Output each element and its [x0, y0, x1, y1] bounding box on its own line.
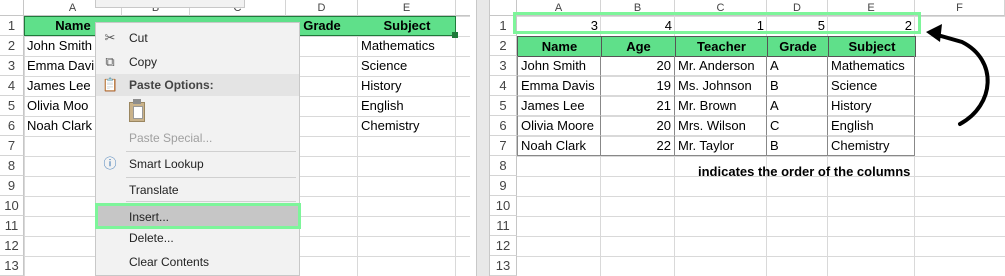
cell-age[interactable]: 20: [601, 56, 675, 76]
cell-name[interactable]: Emma Davis: [517, 76, 601, 96]
menu-item-label: Clear Contents: [129, 255, 210, 269]
row-header-5[interactable]: 5: [0, 96, 24, 116]
left-subject-cell[interactable]: English: [358, 96, 456, 116]
menu-item-label: Copy: [129, 55, 158, 69]
menu-item-label: Cut: [129, 31, 148, 45]
paste-clipboard-icon[interactable]: [128, 99, 146, 123]
menu-item-label: Smart Lookup: [129, 157, 204, 171]
menu-header-paste-options: 📋 Paste Options:: [96, 74, 299, 96]
row-header-11[interactable]: 11: [0, 216, 24, 236]
menu-item-clear-contents[interactable]: Clear Contents: [96, 251, 299, 273]
row-header-9[interactable]: 9: [0, 176, 24, 196]
right-header-name[interactable]: Name: [517, 36, 602, 57]
menu-item-translate[interactable]: Translate: [96, 179, 299, 201]
cell-grade[interactable]: B: [767, 136, 828, 156]
cell-age[interactable]: 20: [601, 116, 675, 136]
cell-age[interactable]: 22: [601, 136, 675, 156]
cell-teacher[interactable]: Mr. Brown: [675, 96, 767, 116]
left-subject-cell[interactable]: Chemistry: [358, 116, 456, 136]
row-header-4[interactable]: 4: [490, 76, 517, 96]
row-header-6[interactable]: 6: [0, 116, 24, 136]
right-header-teacher[interactable]: Teacher: [675, 36, 768, 57]
cell-grade[interactable]: C: [767, 116, 828, 136]
cell-grade[interactable]: B: [767, 76, 828, 96]
row-header-8[interactable]: 8: [0, 156, 24, 176]
menu-item-insert[interactable]: Insert...: [95, 203, 301, 229]
cell-teacher[interactable]: Mr. Taylor: [675, 136, 767, 156]
scissors-icon: ✂: [104, 30, 116, 45]
cell-age[interactable]: 19: [601, 76, 675, 96]
menu-item-smart-lookup[interactable]: ⓘ Smart Lookup: [96, 153, 299, 175]
smart-lookup-icon: ⓘ: [103, 156, 117, 171]
row-header-12[interactable]: 12: [490, 236, 517, 256]
cell-subject[interactable]: English: [828, 116, 915, 136]
copy-icon: ⧉: [105, 54, 115, 69]
col-header-f[interactable]: [456, 0, 470, 16]
menu-item-delete[interactable]: Delete...: [96, 227, 299, 249]
row-header-5[interactable]: 5: [490, 96, 517, 116]
left-header-subject[interactable]: Subject: [358, 16, 456, 36]
menu-item-cut[interactable]: ✂ Cut: [96, 27, 299, 49]
cell-name[interactable]: Noah Clark: [517, 136, 601, 156]
context-menu: ✂ Cut ⧉ Copy 📋 Paste Options: Paste Spec…: [95, 22, 301, 276]
menu-item-label: Translate: [129, 183, 179, 197]
row-header-8[interactable]: 8: [490, 156, 517, 176]
pane-divider: [476, 0, 490, 276]
left-spreadsheet: A B C D E 1 2 3 4 5 6 7 8 9 10 11 12 13 …: [0, 0, 470, 276]
cell-name[interactable]: Olivia Moore: [517, 116, 601, 136]
cell-name[interactable]: James Lee: [517, 96, 601, 116]
cell-age[interactable]: 21: [601, 96, 675, 116]
select-all-corner[interactable]: [0, 0, 24, 16]
row-header-10[interactable]: 10: [0, 196, 24, 216]
row-header-1[interactable]: 1: [0, 16, 24, 36]
menu-item-label: Paste Special...: [129, 131, 213, 145]
row-header-11[interactable]: 11: [490, 216, 517, 236]
mini-toolbar: [95, 0, 245, 8]
row-header-2[interactable]: 2: [490, 36, 517, 56]
menu-item-label: Paste Options:: [129, 78, 214, 92]
cell-grade[interactable]: A: [767, 56, 828, 76]
row-header-6[interactable]: 6: [490, 116, 517, 136]
paste-icon: 📋: [102, 77, 119, 92]
annotation-text: indicates the order of the columns: [698, 164, 911, 179]
row-header-13[interactable]: 13: [0, 256, 24, 276]
col-header-f[interactable]: F: [915, 0, 1005, 16]
menu-item-copy[interactable]: ⧉ Copy: [96, 51, 299, 73]
row-header-2[interactable]: 2: [0, 36, 24, 56]
cell-teacher[interactable]: Mr. Anderson: [675, 56, 767, 76]
right-spreadsheet: A B C D E F 1 2 3 4 5 6 7 8 9 10 11 12 1…: [490, 0, 1005, 276]
left-subject-cell[interactable]: Science: [358, 56, 456, 76]
cell-teacher[interactable]: Mrs. Wilson: [675, 116, 767, 136]
menu-item-label: Delete...: [129, 231, 174, 245]
col-header-e[interactable]: E: [358, 0, 456, 16]
row-header-7[interactable]: 7: [0, 136, 24, 156]
row-header-9[interactable]: 9: [490, 176, 517, 196]
right-header-grade[interactable]: Grade: [767, 36, 829, 57]
row-header-13[interactable]: 13: [490, 256, 517, 276]
left-subject-cell[interactable]: Mathematics: [358, 36, 456, 56]
right-header-age[interactable]: Age: [601, 36, 676, 57]
left-subject-cell[interactable]: History: [358, 76, 456, 96]
order-row-highlight: [513, 12, 921, 34]
cell-subject[interactable]: History: [828, 96, 915, 116]
row-header-10[interactable]: 10: [490, 196, 517, 216]
row-header-4[interactable]: 4: [0, 76, 24, 96]
cell-subject[interactable]: Science: [828, 76, 915, 96]
row-header-7[interactable]: 7: [490, 136, 517, 156]
curved-arrow-icon: [926, 24, 990, 126]
row-header-3[interactable]: 3: [0, 56, 24, 76]
row-header-3[interactable]: 3: [490, 56, 517, 76]
col-header-d[interactable]: D: [286, 0, 358, 16]
menu-item-paste-special[interactable]: Paste Special...: [96, 127, 299, 149]
cell-subject[interactable]: Mathematics: [828, 56, 915, 76]
menu-item-label: Insert...: [129, 210, 170, 224]
right-header-subject[interactable]: Subject: [828, 36, 916, 57]
cell-name[interactable]: John Smith: [517, 56, 601, 76]
cell-teacher[interactable]: Ms. Johnson: [675, 76, 767, 96]
cell-subject[interactable]: Chemistry: [828, 136, 915, 156]
row-header-12[interactable]: 12: [0, 236, 24, 256]
cell-grade[interactable]: A: [767, 96, 828, 116]
